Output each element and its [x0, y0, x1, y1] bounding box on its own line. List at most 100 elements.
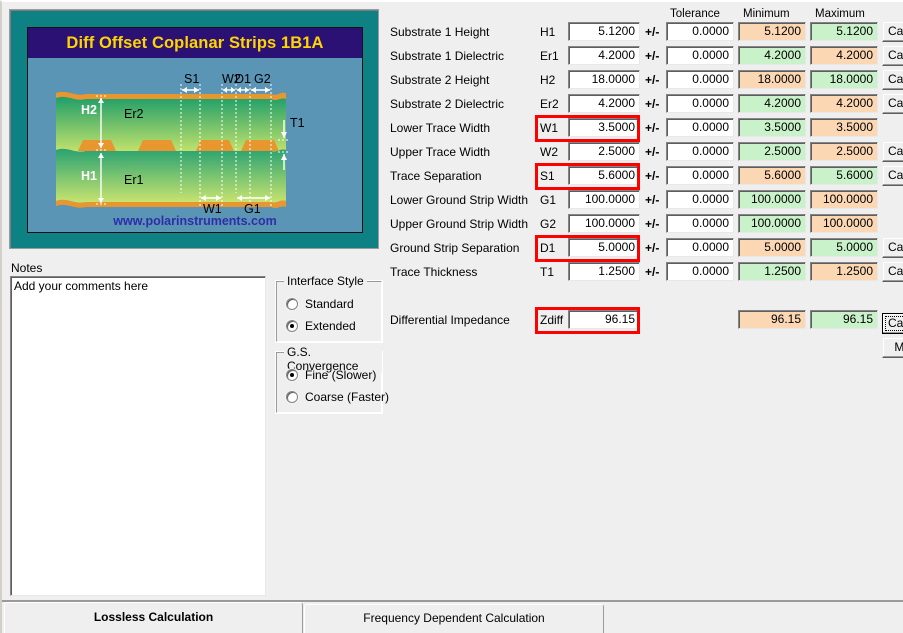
gs-convergence-group: G.S. Convergence Fine (Slower) Coarse (F… [275, 351, 383, 414]
diagram-label-d1: D1 [235, 72, 251, 86]
plus-minus-label: +/- [645, 73, 659, 87]
calculate-button-h1[interactable]: Calculate [882, 21, 903, 42]
radio-fine-label: Fine (Slower) [305, 368, 376, 382]
result-symbol: Zdiff [540, 313, 563, 327]
result-calculate-button[interactable]: Calculate [882, 313, 903, 334]
row-label-er1: Substrate 1 Dielectric [390, 49, 504, 63]
calculate-button-er1[interactable]: Calculate [882, 45, 903, 66]
parameter-row: Ground Strip SeparationD15.0000+/-0.0000… [385, 237, 900, 259]
row-label-g2: Upper Ground Strip Width [390, 217, 528, 231]
row-label-w1: Lower Trace Width [390, 121, 490, 135]
structure-diagram: Diff Offset Coplanar Strips 1B1A [9, 9, 379, 249]
radio-fine[interactable]: Fine (Slower) [286, 368, 376, 382]
tolerance-input-h1[interactable]: 0.0000 [666, 22, 734, 41]
value-input-g2[interactable]: 100.0000 [568, 214, 640, 233]
diagram-label-er2: Er2 [124, 107, 144, 121]
more-button[interactable]: More... [882, 337, 903, 358]
calculate-button-s1[interactable]: Calculate [882, 165, 903, 186]
tolerance-input-h2[interactable]: 0.0000 [666, 70, 734, 89]
row-label-er2: Substrate 2 Dielectric [390, 97, 504, 111]
row-symbol-h1: H1 [540, 25, 555, 39]
application-window: Diff Offset Coplanar Strips 1B1A [0, 0, 903, 633]
plus-minus-label: +/- [645, 97, 659, 111]
notes-input[interactable]: Add your comments here [10, 276, 266, 596]
interface-style-title: Interface Style [284, 274, 367, 288]
header-tolerance: Tolerance [670, 8, 720, 20]
parameter-row: Lower Ground Strip WidthG1100.0000+/-0.0… [385, 189, 900, 211]
result-minimum: 96.15 [738, 310, 806, 329]
calculate-button-d1[interactable]: Calculate [882, 237, 903, 258]
tolerance-input-w1[interactable]: 0.0000 [666, 118, 734, 137]
radio-standard[interactable]: Standard [286, 297, 354, 311]
plus-minus-label: +/- [645, 265, 659, 279]
maximum-value-er2: 4.2000 [810, 94, 878, 113]
tolerance-input-w2[interactable]: 0.0000 [666, 142, 734, 161]
value-input-er2[interactable]: 4.2000 [568, 94, 640, 113]
calculate-button-er2[interactable]: Calculate [882, 93, 903, 114]
row-label-d1: Ground Strip Separation [390, 241, 519, 255]
value-input-t1[interactable]: 1.2500 [568, 262, 640, 281]
radio-fine-indicator[interactable] [286, 369, 298, 381]
tolerance-input-er2[interactable]: 0.0000 [666, 94, 734, 113]
parameter-row: Trace ThicknessT11.2500+/-0.00001.25001.… [385, 261, 900, 283]
plus-minus-label: +/- [645, 217, 659, 231]
value-input-w1[interactable]: 3.5000 [568, 118, 640, 137]
radio-extended-indicator[interactable] [286, 320, 298, 332]
maximum-value-t1: 1.2500 [810, 262, 878, 281]
calculate-button-w2[interactable]: Calculate [882, 141, 903, 162]
tab-lossless-calculation[interactable]: Lossless Calculation [4, 602, 303, 633]
result-value-input[interactable]: 96.15 [568, 310, 640, 329]
tolerance-input-s1[interactable]: 0.0000 [666, 166, 734, 185]
value-input-h1[interactable]: 5.1200 [568, 22, 640, 41]
parameter-row: Substrate 2 DielectricEr24.2000+/-0.0000… [385, 93, 900, 115]
radio-extended[interactable]: Extended [286, 319, 356, 333]
maximum-value-w2: 2.5000 [810, 142, 878, 161]
plus-minus-label: +/- [645, 193, 659, 207]
tolerance-input-d1[interactable]: 0.0000 [666, 238, 734, 257]
calculate-button-h2[interactable]: Calculate [882, 69, 903, 90]
minimum-value-g1: 100.0000 [738, 190, 806, 209]
tolerance-input-er1[interactable]: 0.0000 [666, 46, 734, 65]
diagram-title: Diff Offset Coplanar Strips 1B1A [28, 28, 362, 58]
row-label-g1: Lower Ground Strip Width [390, 193, 528, 207]
maximum-value-h1: 5.1200 [810, 22, 878, 41]
value-input-w2[interactable]: 2.5000 [568, 142, 640, 161]
notes-label: Notes [11, 261, 42, 275]
row-symbol-h2: H2 [540, 73, 555, 87]
value-input-h2[interactable]: 18.0000 [568, 70, 640, 89]
plus-minus-label: +/- [645, 25, 659, 39]
diagram-inner: Diff Offset Coplanar Strips 1B1A [27, 27, 363, 233]
value-input-s1[interactable]: 5.6000 [568, 166, 640, 185]
calculate-button-t1[interactable]: Calculate [882, 261, 903, 282]
row-symbol-d1: D1 [540, 241, 555, 255]
row-label-s1: Trace Separation [390, 169, 482, 183]
parameter-row: Trace SeparationS15.6000+/-0.00005.60005… [385, 165, 900, 187]
minimum-value-s1: 5.6000 [738, 166, 806, 185]
minimum-value-t1: 1.2500 [738, 262, 806, 281]
tolerance-input-g2[interactable]: 0.0000 [666, 214, 734, 233]
value-input-d1[interactable]: 5.0000 [568, 238, 640, 257]
value-input-er1[interactable]: 4.2000 [568, 46, 640, 65]
radio-coarse[interactable]: Coarse (Faster) [286, 390, 389, 404]
parameter-row: Upper Trace WidthW22.5000+/-0.00002.5000… [385, 141, 900, 163]
tab-frequency-dependent-calculation[interactable]: Frequency Dependent Calculation [304, 604, 604, 633]
maximum-value-g2: 100.0000 [810, 214, 878, 233]
tolerance-input-t1[interactable]: 0.0000 [666, 262, 734, 281]
radio-coarse-label: Coarse (Faster) [305, 390, 389, 404]
value-input-g1[interactable]: 100.0000 [568, 190, 640, 209]
radio-extended-label: Extended [305, 319, 356, 333]
row-label-h2: Substrate 2 Height [390, 73, 489, 87]
radio-standard-indicator[interactable] [286, 298, 298, 310]
minimum-value-d1: 5.0000 [738, 238, 806, 257]
interface-style-group: Interface Style Standard Extended [275, 280, 383, 343]
row-label-t1: Trace Thickness [390, 265, 477, 279]
tolerance-input-g1[interactable]: 0.0000 [666, 190, 734, 209]
row-symbol-t1: T1 [540, 265, 554, 279]
parameter-row: Upper Ground Strip WidthG2100.0000+/-0.0… [385, 213, 900, 235]
header-minimum: Minimum [743, 8, 790, 20]
radio-coarse-indicator[interactable] [286, 391, 298, 403]
plus-minus-label: +/- [645, 49, 659, 63]
parameter-row: Lower Trace WidthW13.5000+/-0.00003.5000… [385, 117, 900, 139]
diagram-label-h1: H1 [81, 169, 97, 183]
diagram-label-g2: G2 [254, 72, 271, 86]
